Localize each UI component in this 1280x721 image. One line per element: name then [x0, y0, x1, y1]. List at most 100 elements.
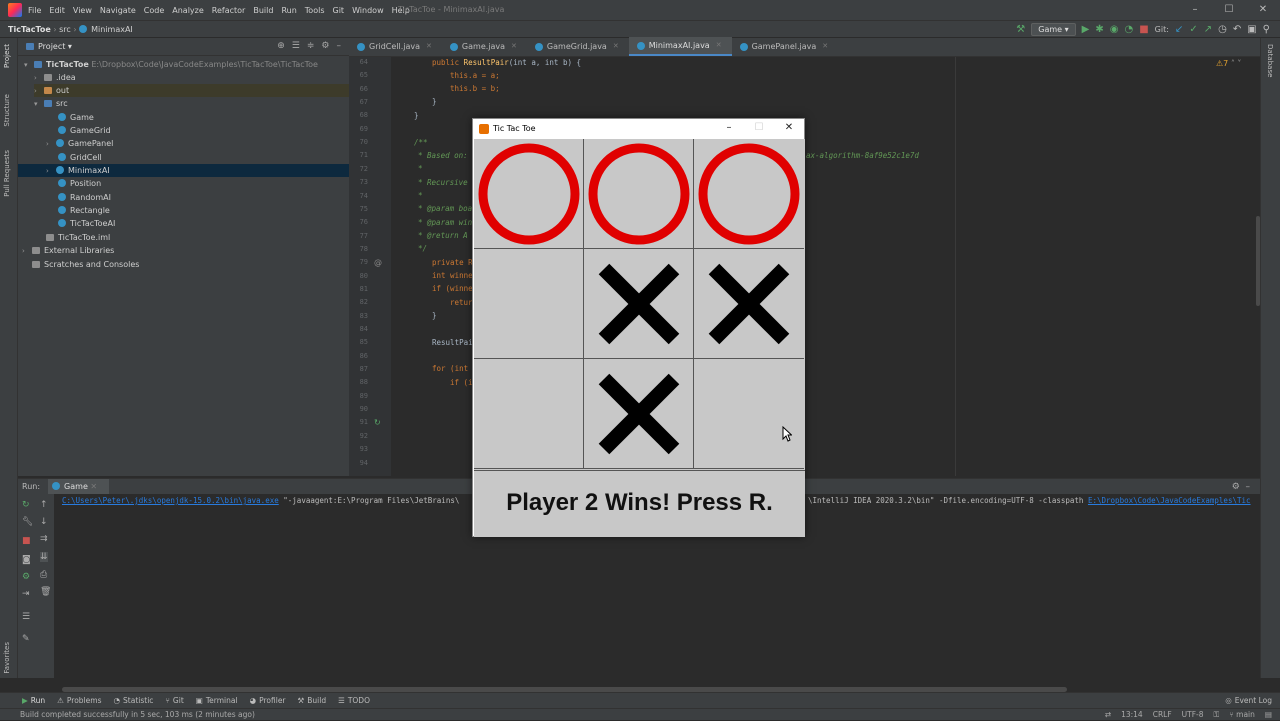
soft-wrap-icon[interactable]: ⇉ — [40, 534, 48, 544]
tool-tab-todo[interactable]: ☰ TODO — [338, 696, 370, 705]
gear-icon[interactable]: ⚙ — [321, 41, 329, 51]
rollback-icon[interactable]: ↶ — [1233, 24, 1241, 35]
editor-vertical-scrollbar[interactable] — [1256, 216, 1260, 306]
close-tab-icon[interactable]: ✕ — [822, 37, 828, 56]
layout-icon[interactable]: ☰ — [22, 612, 30, 622]
git-branch[interactable]: ⑂ main — [1229, 709, 1255, 721]
hide-icon[interactable]: – — [1246, 482, 1251, 492]
structure-tool-label[interactable]: Structure — [3, 94, 11, 127]
tree-item-gamepanel[interactable]: › GamePanel — [46, 137, 113, 150]
override-gutter-icon[interactable]: @ — [374, 258, 382, 267]
tree-item-src[interactable]: ▾ src — [34, 97, 68, 110]
scroll-down-icon[interactable]: ↓ — [40, 517, 48, 527]
profile-icon[interactable]: ◔ — [1124, 24, 1133, 35]
close-icon[interactable]: ✕ — [1246, 0, 1280, 20]
caret-position[interactable]: 13:14 — [1121, 709, 1143, 721]
tab-game[interactable]: Game.java ✕ — [442, 37, 527, 56]
tree-item-game[interactable]: Game — [58, 111, 94, 124]
run-icon[interactable]: ▶ — [1082, 24, 1090, 35]
menu-run[interactable]: Run — [281, 6, 296, 15]
wrench-icon[interactable]: 🔧︎ — [22, 517, 33, 527]
run-config-select[interactable]: Game ▾ — [1031, 23, 1076, 36]
menu-build[interactable]: Build — [253, 6, 273, 15]
tree-item-randomai[interactable]: RandomAI — [58, 191, 111, 204]
breadcrumb-folder[interactable]: src — [59, 25, 71, 34]
board-cell[interactable] — [474, 249, 584, 359]
line-separator[interactable]: CRLF — [1153, 709, 1172, 721]
tree-item-external-libraries[interactable]: › External Libraries — [22, 244, 114, 257]
pull-requests-tool-label[interactable]: Pull Requests — [3, 150, 11, 197]
minimize-icon[interactable]: – — [714, 119, 744, 136]
menu-git[interactable]: Git — [333, 6, 345, 15]
tree-item-rectangle[interactable]: Rectangle — [58, 204, 110, 217]
tree-item-gridcell[interactable]: GridCell — [58, 151, 102, 164]
history-icon[interactable]: ◷ — [1218, 24, 1227, 35]
menu-file[interactable]: File — [28, 6, 41, 15]
tree-item-iml[interactable]: TicTacToe.iml — [46, 231, 110, 244]
pin-icon[interactable]: ✎ — [22, 634, 30, 644]
tab-gridcell[interactable]: GridCell.java ✕ — [349, 37, 442, 56]
locate-icon[interactable]: ⊕ — [277, 41, 285, 51]
restore-icon[interactable]: ⚙ — [22, 572, 30, 582]
close-tab-icon[interactable]: ✕ — [426, 37, 432, 56]
tab-gamegrid[interactable]: GameGrid.java ✕ — [527, 37, 629, 56]
memory-icon[interactable]: ▤ — [1265, 709, 1272, 721]
project-tool-label[interactable]: Project — [3, 44, 11, 68]
breadcrumb-project[interactable]: TicTacToe — [8, 25, 51, 34]
breadcrumb-file[interactable]: MinimaxAI — [91, 25, 133, 34]
tab-gamepanel[interactable]: GamePanel.java ✕ — [732, 37, 839, 56]
board-cell[interactable] — [694, 139, 804, 249]
board-cell[interactable] — [474, 359, 584, 469]
exit-icon[interactable]: ⇥ — [22, 589, 30, 599]
menu-code[interactable]: Code — [144, 6, 164, 15]
tool-tab-statistic[interactable]: ◔ Statistic — [113, 696, 153, 705]
tree-item-out[interactable]: › out — [34, 84, 349, 97]
tree-item-minimaxai[interactable]: › MinimaxAI — [18, 164, 349, 177]
tool-tab-problems[interactable]: ⚠ Problems — [57, 696, 101, 705]
favorites-tool-label[interactable]: Favorites — [3, 642, 11, 674]
print-icon[interactable]: ⎙ — [40, 570, 47, 580]
menu-analyze[interactable]: Analyze — [172, 6, 204, 15]
gear-icon[interactable]: ⚙ — [1232, 482, 1240, 492]
tool-tab-profiler[interactable]: ◕ Profiler — [250, 696, 286, 705]
close-tab-icon[interactable]: ✕ — [716, 36, 722, 55]
lock-icon[interactable]: ⚿ — [1214, 709, 1220, 721]
board-cell[interactable] — [474, 139, 584, 249]
menu-refactor[interactable]: Refactor — [212, 6, 246, 15]
expand-icon[interactable]: ≑ — [307, 41, 315, 51]
status-message[interactable]: Build completed successfully in 5 sec, 1… — [20, 709, 255, 721]
warnings-indicator[interactable]: ⚠7 ˄ ˅ — [1216, 59, 1241, 68]
board-cell[interactable] — [694, 359, 804, 469]
menu-window[interactable]: Window — [352, 6, 384, 15]
file-encoding[interactable]: UTF-8 — [1182, 709, 1204, 721]
tree-item-idea[interactable]: › .idea — [34, 71, 76, 84]
minimize-icon[interactable]: – — [1178, 0, 1212, 20]
tab-minimaxai[interactable]: MinimaxAI.java ✕ — [628, 36, 732, 56]
close-icon[interactable]: ✕ — [774, 119, 804, 136]
java-exe-link[interactable]: C:\Users\Peter\.jdks\openjdk-15.0.2\bin\… — [62, 496, 279, 505]
layout-icon[interactable]: ▣ — [1247, 24, 1256, 35]
recursion-gutter-icon[interactable]: ↻ — [374, 418, 381, 427]
tree-item-gamegrid[interactable]: GameGrid — [58, 124, 111, 137]
game-window-titlebar[interactable]: Tic Tac Toe – ☐ ✕ — [473, 119, 804, 138]
tool-tab-git[interactable]: ⑂ Git — [165, 696, 183, 705]
collapse-icon[interactable]: ☰ — [292, 41, 300, 51]
menu-edit[interactable]: Edit — [49, 6, 65, 15]
git-push-icon[interactable]: ↗ — [1204, 24, 1212, 35]
stop-icon[interactable]: ■ — [22, 536, 31, 546]
close-tab-icon[interactable]: ✕ — [613, 37, 619, 56]
debug-icon[interactable]: ✱ — [1095, 24, 1103, 35]
tool-tab-terminal[interactable]: ▣ Terminal — [196, 696, 238, 705]
menu-navigate[interactable]: Navigate — [100, 6, 136, 15]
database-tool-label[interactable]: Database — [1266, 44, 1274, 77]
hammer-icon[interactable]: ⚒ — [1016, 24, 1025, 35]
search-icon[interactable]: ⚲ — [1263, 24, 1270, 35]
tree-root[interactable]: ▾ TicTacToe E:\Dropbox\Code\JavaCodeExamp… — [24, 58, 318, 71]
tree-item-position[interactable]: Position — [58, 177, 101, 190]
git-commit-icon[interactable]: ✓ — [1189, 24, 1197, 35]
git-update-icon[interactable]: ↙ — [1175, 24, 1183, 35]
close-run-tab-icon[interactable]: ✕ — [90, 482, 97, 491]
menu-view[interactable]: View — [73, 6, 92, 15]
board-cell[interactable] — [584, 139, 694, 249]
stop-icon[interactable]: ■ — [1139, 24, 1148, 35]
